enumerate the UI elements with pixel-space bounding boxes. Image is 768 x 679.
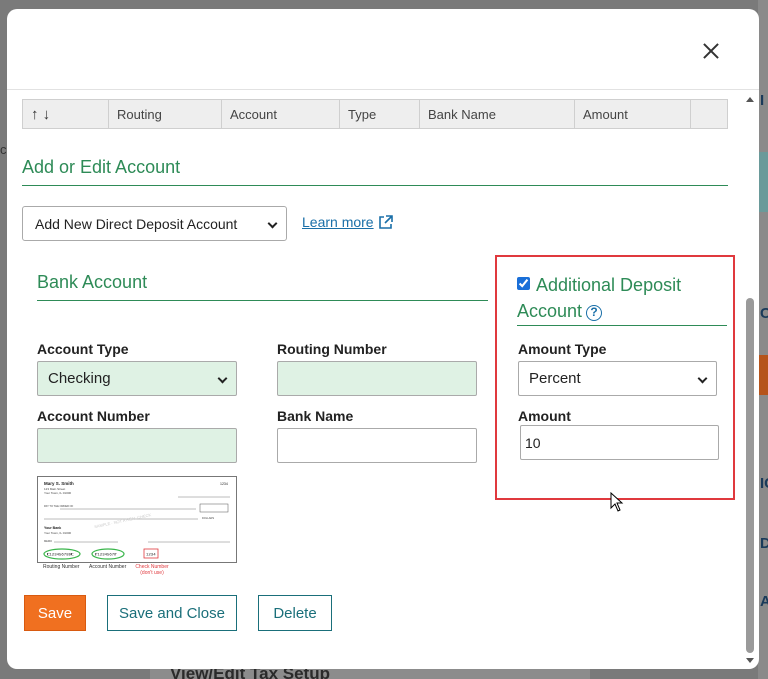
column-header-actions [691, 100, 727, 128]
check-number-top: 1234 [220, 482, 228, 486]
account-select[interactable]: Add New Direct Deposit Account [22, 206, 287, 241]
additional-deposit-header: Additional Deposit Account? [517, 272, 727, 324]
background-fragment: DA [760, 535, 768, 552]
account-select-value: Add New Direct Deposit Account [35, 215, 238, 232]
column-header-account[interactable]: Account [222, 100, 340, 128]
learn-more-link[interactable]: Learn more [302, 214, 393, 230]
amount-label: Amount [518, 408, 571, 424]
routing-number-label: Routing Number [277, 341, 387, 357]
check-watermark: SAMPLE · NOT A REAL CHECK [94, 512, 152, 529]
check-illustration: Mary S. Smith 123 Main Street Your Town,… [43, 481, 230, 560]
bank-account-title: Bank Account [37, 272, 148, 292]
save-and-close-button[interactable]: Save and Close [107, 595, 237, 631]
bank-name-input[interactable] [277, 428, 477, 463]
background-fragment: c [0, 142, 7, 157]
chevron-down-icon [697, 373, 708, 384]
check-account-code: ⑈1234567⑈ [95, 553, 117, 558]
account-type-label: Account Type [37, 341, 129, 357]
account-type-value: Checking [48, 370, 111, 387]
scroll-up-icon[interactable] [746, 97, 754, 102]
direct-deposit-modal: ↑ ↓ Routing Account Type Bank Name Amoun… [7, 9, 759, 669]
background-right-strip: I n o C IC DA A [758, 0, 768, 679]
account-number-input[interactable] [37, 428, 237, 463]
caption-routing: Routing Number [43, 564, 80, 570]
background-fragment: A [760, 593, 768, 610]
amount-type-label: Amount Type [518, 341, 607, 357]
column-header-routing[interactable]: Routing [109, 100, 222, 128]
header-divider [7, 89, 759, 90]
learn-more-label: Learn more [302, 214, 374, 230]
account-type-select[interactable]: Checking [37, 361, 237, 396]
additional-deposit-checkbox[interactable] [517, 277, 530, 290]
check-owner-name: Mary S. Smith [44, 481, 74, 486]
check-memo: MEMO [44, 539, 52, 543]
save-button[interactable]: Save [24, 595, 86, 631]
sample-check-image: Mary S. Smith 123 Main Street Your Town,… [37, 476, 237, 563]
background-orange-block [758, 355, 768, 395]
mouse-cursor-icon [610, 492, 624, 512]
scroll-down-icon[interactable] [746, 658, 754, 663]
bank-account-divider [37, 300, 488, 301]
check-bank-name: Your Bank [44, 526, 61, 530]
accounts-table-header: ↑ ↓ Routing Account Type Bank Name Amoun… [22, 99, 728, 129]
check-routing-code: ⑆123456789⑆ [47, 553, 74, 558]
delete-button[interactable]: Delete [258, 595, 332, 631]
caption-check-number: Check Number (don't use) [135, 564, 169, 576]
account-number-label: Account Number [37, 408, 150, 424]
check-address-2: Your Town, IL 01000 [44, 491, 71, 495]
check-number-code: 1234 [146, 554, 156, 558]
modal-scrollbar[interactable] [744, 95, 756, 665]
background-fragment: I [760, 92, 765, 109]
bank-name-label: Bank Name [277, 408, 354, 424]
help-icon[interactable]: ? [586, 305, 603, 321]
sort-arrows-icon[interactable]: ↑ ↓ [23, 100, 109, 128]
background-teal-block [758, 152, 768, 212]
amount-type-value: Percent [529, 370, 581, 387]
column-header-type[interactable]: Type [340, 100, 420, 128]
check-pay-to: PAY TO THE ORDER OF [44, 504, 74, 508]
routing-number-input[interactable] [277, 361, 477, 396]
background-tax-setup-row: View/Edit Tax Setup [150, 664, 590, 679]
amount-type-select[interactable]: Percent [518, 361, 717, 396]
background-fragment: IC [760, 475, 768, 492]
chevron-down-icon [267, 218, 278, 229]
additional-deposit-divider [517, 325, 727, 326]
section-divider [22, 185, 728, 186]
amount-value: 10 [525, 434, 541, 451]
check-bank-address: Your Town, IL 01000 [44, 531, 71, 535]
close-icon[interactable] [699, 39, 723, 63]
caption-account: Account Number [89, 564, 127, 570]
external-link-icon [378, 214, 393, 229]
amount-input[interactable]: 10 [520, 425, 719, 460]
check-dollars: DOLLARS [202, 516, 214, 520]
section-title: Add or Edit Account [22, 157, 181, 177]
chevron-down-icon [217, 373, 228, 384]
background-fragment: C [760, 305, 768, 322]
column-header-bank-name[interactable]: Bank Name [420, 100, 575, 128]
scrollbar-thumb[interactable] [746, 298, 754, 653]
column-header-amount[interactable]: Amount [575, 100, 691, 128]
